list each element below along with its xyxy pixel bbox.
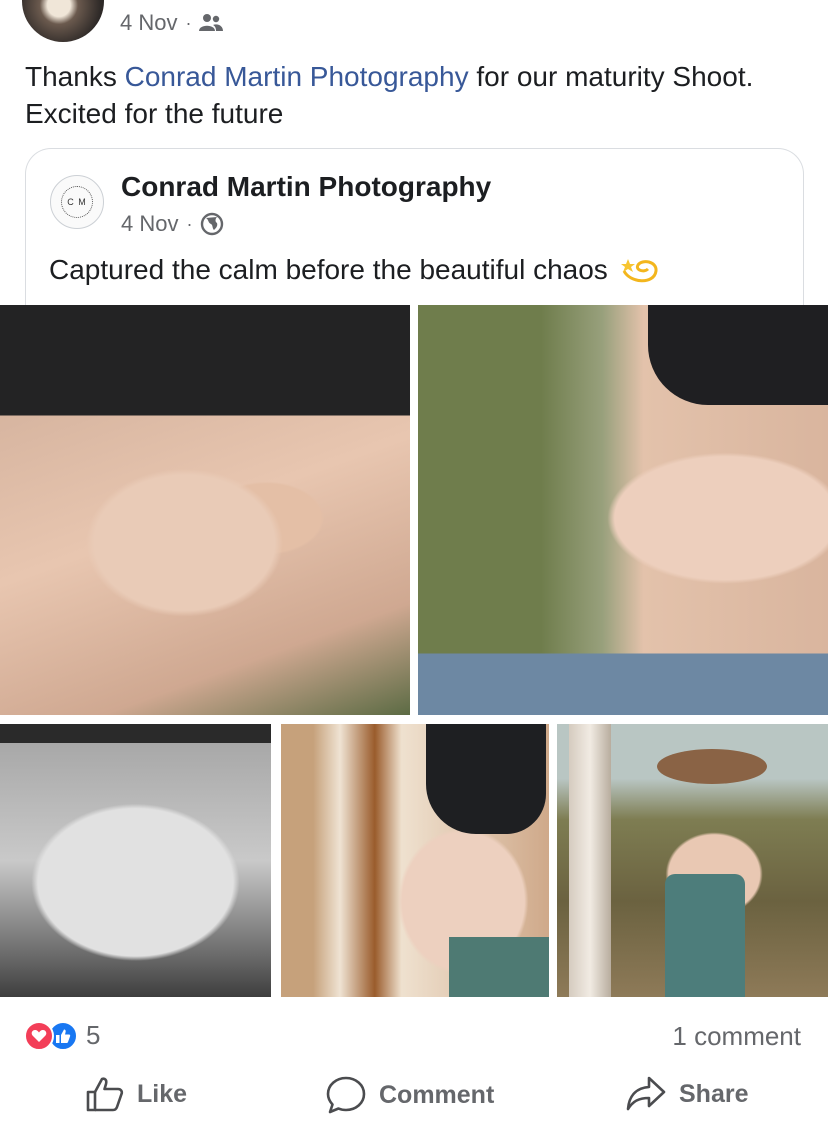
tree-trunk bbox=[569, 724, 611, 997]
like-button[interactable]: Like bbox=[85, 1075, 187, 1113]
comments-count[interactable]: 1 comment bbox=[672, 1021, 801, 1052]
share-button[interactable]: Share bbox=[625, 1075, 748, 1113]
comment-button[interactable]: Comment bbox=[325, 1075, 494, 1115]
bump-by-tree-photo[interactable] bbox=[281, 724, 549, 997]
post-meta: 4 Nov · bbox=[120, 10, 224, 36]
post-actions: Like Comment Share bbox=[0, 1075, 828, 1125]
bw-heart-hands-photo[interactable] bbox=[0, 724, 271, 997]
post-text: Thanks Conrad Martin Photography for our… bbox=[25, 58, 805, 132]
full-figure-hat-bouquet-photo[interactable] bbox=[557, 724, 828, 997]
like-label: Like bbox=[137, 1079, 188, 1108]
shared-post-card[interactable]: C M Conrad Martin Photography 4 Nov · Ca… bbox=[25, 148, 804, 318]
comment-label: Comment bbox=[379, 1080, 495, 1109]
shared-text-content: Captured the calm before the beautiful c… bbox=[49, 254, 608, 285]
mention-link[interactable]: Conrad Martin Photography bbox=[125, 61, 469, 92]
hands-on-bump-forest-photo[interactable] bbox=[418, 305, 828, 715]
page-name[interactable]: Conrad Martin Photography bbox=[121, 171, 491, 203]
post-text-before: Thanks bbox=[25, 61, 125, 92]
page-logo-text: C M bbox=[67, 197, 87, 207]
shared-meta: 4 Nov · bbox=[121, 211, 224, 237]
post-date[interactable]: 4 Nov bbox=[120, 10, 177, 36]
shared-date[interactable]: 4 Nov bbox=[121, 211, 178, 237]
author-avatar[interactable] bbox=[22, 0, 104, 42]
friends-icon bbox=[199, 14, 224, 31]
speech-bubble-icon bbox=[326, 1076, 366, 1114]
thumbs-up-icon bbox=[86, 1077, 124, 1112]
share-label: Share bbox=[679, 1079, 749, 1108]
shared-text: Captured the calm before the beautiful c… bbox=[49, 253, 660, 287]
page-avatar[interactable]: C M bbox=[50, 175, 104, 229]
meta-separator: · bbox=[186, 213, 193, 234]
reaction-count: 5 bbox=[86, 1020, 101, 1050]
page-logo: C M bbox=[61, 186, 93, 218]
meta-separator: · bbox=[185, 12, 192, 33]
love-icon bbox=[24, 1020, 54, 1051]
reactions-summary[interactable]: 5 bbox=[24, 1020, 100, 1051]
share-arrow-icon bbox=[626, 1076, 666, 1111]
hands-heart-bump-photo[interactable] bbox=[0, 305, 410, 715]
dizzy-star-icon bbox=[620, 259, 658, 283]
globe-icon bbox=[201, 212, 224, 236]
